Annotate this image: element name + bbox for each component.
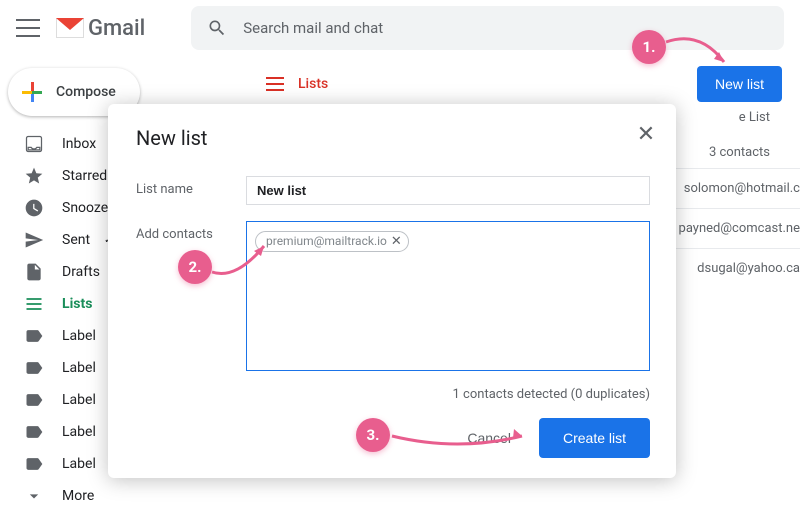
search-icon (207, 18, 227, 38)
annotation-step-2: 2. (178, 250, 212, 284)
sidebar-item-label: More (62, 488, 94, 504)
tag-icon (24, 422, 44, 442)
sidebar-item-label: Label (62, 456, 96, 472)
annotation-step-3: 3. (356, 418, 390, 452)
create-list-button[interactable]: Create list (539, 418, 650, 458)
new-list-dialog: ✕ New list List name Add contacts premiu… (108, 104, 676, 478)
sidebar-item-label: Label (62, 328, 96, 344)
sidebar-item-label: Starred (62, 168, 107, 184)
annotation-step-1: 1. (632, 30, 666, 64)
sidebar-item-more[interactable]: More (0, 480, 240, 512)
inbox-icon (24, 134, 44, 154)
lists-icon (24, 294, 44, 314)
list-name-input[interactable] (246, 176, 650, 205)
chevron-down-icon (24, 486, 44, 506)
tag-icon (24, 358, 44, 378)
lists-icon (266, 77, 284, 91)
new-list-button[interactable]: New list (697, 66, 782, 102)
hamburger-menu-icon[interactable] (16, 16, 40, 40)
send-icon (24, 230, 44, 250)
sidebar-item-label: Sent (62, 232, 90, 248)
sidebar-item-label: Drafts (62, 264, 100, 280)
plus-icon (22, 82, 42, 102)
tag-icon (24, 454, 44, 474)
dialog-title: New list (136, 126, 650, 150)
cancel-button[interactable]: Cancel (467, 430, 511, 446)
sidebar-item-label: Inbox (62, 136, 96, 152)
file-icon (24, 262, 44, 282)
close-icon[interactable]: ✕ (634, 122, 658, 146)
search-bar[interactable]: Search mail and chat (191, 6, 784, 50)
remove-chip-icon[interactable]: ✕ (391, 234, 402, 249)
sidebar-item-label: Label (62, 392, 96, 408)
tag-icon (24, 390, 44, 410)
contacts-detected-text: 1 contacts detected (0 duplicates) (136, 387, 650, 402)
tag-icon (24, 326, 44, 346)
gmail-icon (56, 18, 84, 38)
contact-chip[interactable]: premium@mailtrack.io ✕ (255, 231, 409, 252)
sidebar-item-label: Label (62, 424, 96, 440)
contacts-input[interactable]: premium@mailtrack.io ✕ (246, 221, 650, 371)
chip-label: premium@mailtrack.io (266, 234, 387, 248)
add-contacts-label: Add contacts (136, 221, 238, 242)
sidebar-item-label: Label (62, 360, 96, 376)
star-icon (24, 166, 44, 186)
sidebar-item-label: Lists (62, 296, 92, 312)
gmail-logo: Gmail (56, 16, 145, 41)
compose-label: Compose (56, 84, 116, 100)
section-title: Lists (298, 76, 328, 92)
search-placeholder: Search mail and chat (243, 19, 383, 37)
list-name-label: List name (136, 176, 238, 197)
clock-icon (24, 198, 44, 218)
